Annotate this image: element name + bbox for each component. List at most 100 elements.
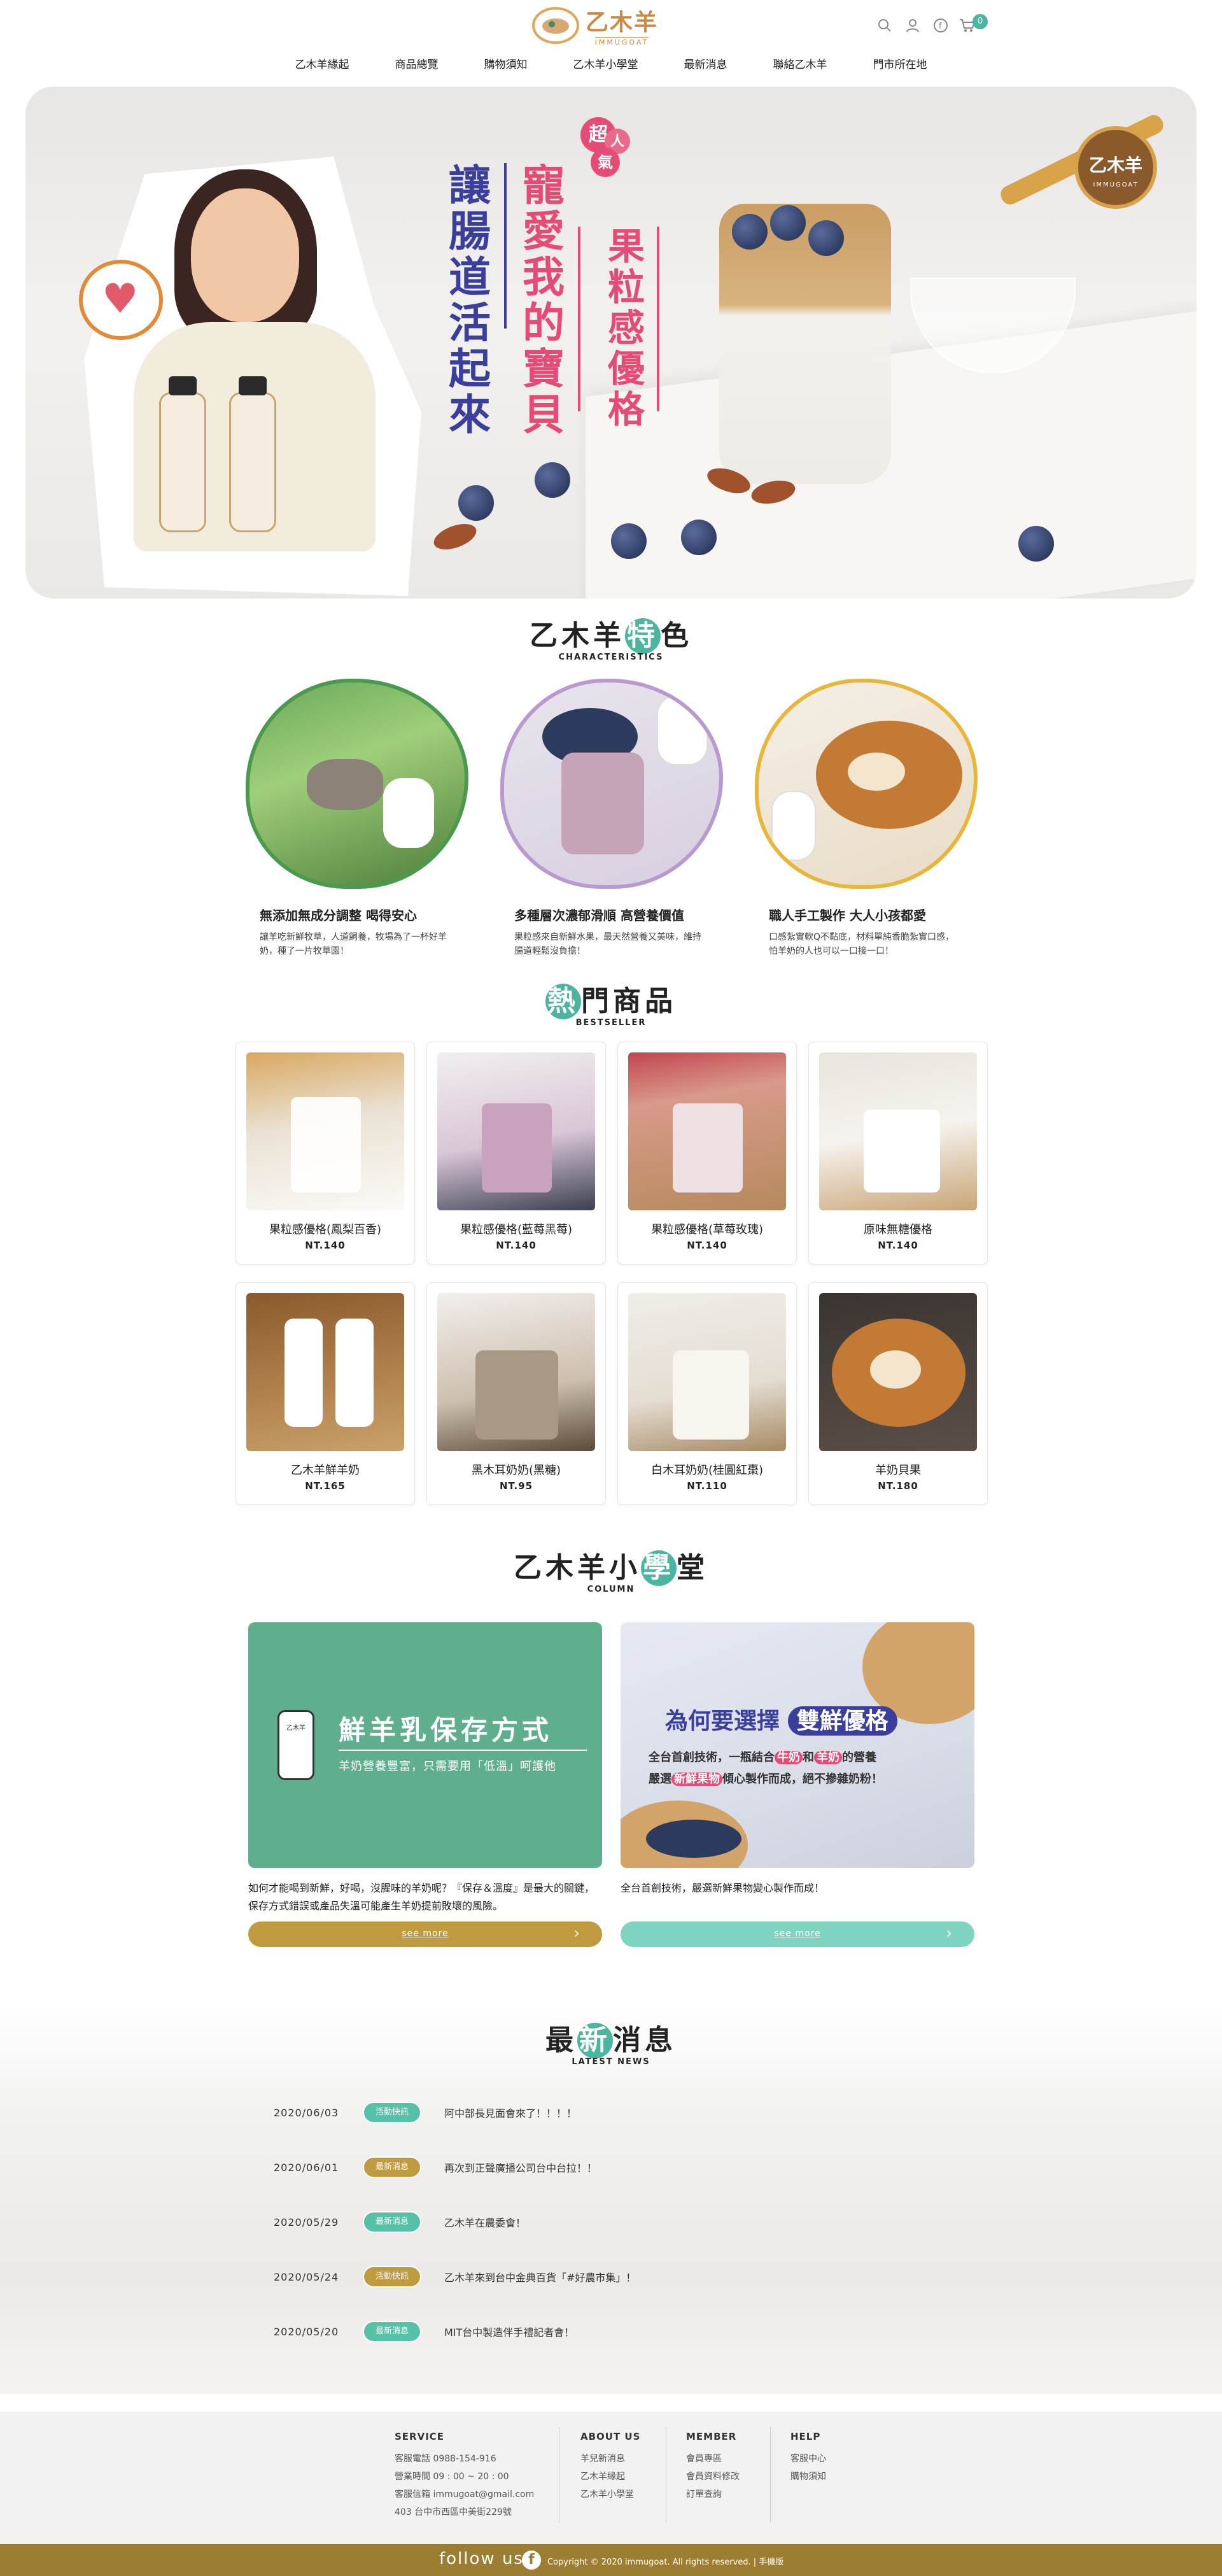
news-item[interactable]: 2020/05/20 最新消息 MIT台中製造伴手禮記者會！ bbox=[274, 2319, 574, 2344]
logo-subtext: IMMUGOAT bbox=[594, 37, 649, 46]
product-price: NT.140 bbox=[496, 1240, 537, 1251]
product-name: 果粒感優格(藍莓黑莓) bbox=[460, 1223, 573, 1236]
column-image-title: 為何要選擇 雙鮮優格 bbox=[665, 1702, 897, 1736]
product-card[interactable]: 果粒感優格(鳳梨百香) NT.140 bbox=[235, 1042, 415, 1264]
news-title-link[interactable]: 阿中部長見面會來了！！！！ bbox=[444, 2105, 577, 2120]
svg-text:f: f bbox=[939, 22, 942, 31]
footer-link[interactable]: 會員專區 bbox=[686, 2450, 740, 2468]
column-card[interactable]: 為何要選擇 雙鮮優格 全台首創技術，一瓶結合 牛奶和羊奶 的營養 嚴選 新鮮果物 傾心製… bbox=[621, 1622, 974, 1947]
column-title: 乙木羊小學堂 COLUMN bbox=[514, 1550, 708, 1594]
product-price: NT.110 bbox=[687, 1480, 727, 1492]
feature-desc: 果粒感來自新鮮水果，最天然營養又美味，維持腸道輕鬆沒負擔！ bbox=[514, 932, 701, 956]
product-price: NT.140 bbox=[878, 1240, 918, 1251]
news-title-link[interactable]: MIT台中製造伴手禮記者會！ bbox=[444, 2324, 574, 2339]
milk-bottle-icon: 乙木羊 bbox=[277, 1710, 314, 1780]
feature-card: 無添加無成分調整 喝得安心 讓羊吃新鮮牧草，人道飼養，牧場為了一杯好羊奶，種了一… bbox=[246, 679, 468, 958]
news-date: 2020/06/01 bbox=[274, 2161, 339, 2174]
hero-slogan-2: 寵愛我的寶貝 bbox=[516, 163, 565, 438]
see-more-button[interactable]: see more bbox=[621, 1921, 974, 1947]
nav-item-origin[interactable]: 乙木羊緣起 bbox=[272, 56, 372, 74]
blueberry-image bbox=[681, 520, 717, 555]
footer-bottom-bar: follow us f Copyright © 2020 immugoat. A… bbox=[0, 2544, 1222, 2576]
news-tag: 活動快訊 bbox=[363, 2266, 421, 2288]
product-name: 黑木耳奶奶(黑糖) bbox=[471, 1464, 561, 1477]
feature-desc: 口感紮實軟Q不黏底，材料單純香脆紮實口感，怕羊奶的人也可以一口接一口！ bbox=[769, 932, 955, 956]
column-desc: 如何才能喝到新鮮，好喝，沒腥味的羊奶呢？『保存＆溫度』是最大的關鍵，保存方式錯誤… bbox=[248, 1882, 595, 1912]
column-image-storage: 乙木羊 鮮羊乳保存方式 羊奶營養豐富，只需要用「低溫」呵護他 bbox=[248, 1622, 602, 1868]
nav-item-contact[interactable]: 聯絡乙木羊 bbox=[750, 56, 850, 74]
feature-image-yogurt bbox=[500, 679, 723, 889]
nav-item-products[interactable]: 商品總覽 bbox=[372, 56, 461, 74]
feature-title: 多種層次濃郁滑順 高營養價值 bbox=[514, 908, 684, 923]
column-card[interactable]: 乙木羊 鮮羊乳保存方式 羊奶營養豐富，只需要用「低溫」呵護他 如何才能喝到新鮮，… bbox=[248, 1622, 602, 1947]
product-card[interactable]: 果粒感優格(草莓玫瑰) NT.140 bbox=[617, 1042, 797, 1264]
cart-count-badge: 0 bbox=[973, 14, 988, 29]
blueberry-image bbox=[808, 220, 844, 256]
footer-link[interactable]: 乙木羊小學堂 bbox=[580, 2486, 640, 2503]
product-bottle-image bbox=[159, 376, 206, 532]
news-title-link[interactable]: 乙木羊來到台中金典百貨「#好農市集」！ bbox=[444, 2269, 636, 2284]
footer-link[interactable]: 客服中心 bbox=[790, 2450, 826, 2468]
product-name: 白木耳奶奶(桂圓紅棗) bbox=[650, 1464, 764, 1477]
product-price: NT.140 bbox=[687, 1240, 727, 1251]
product-card[interactable]: 乙木羊鮮羊奶 NT.165 bbox=[235, 1282, 415, 1505]
news-item[interactable]: 2020/06/01 最新消息 再次到正聲廣播公司台中台拉！！ bbox=[274, 2155, 597, 2180]
product-image bbox=[437, 1052, 595, 1210]
product-price: NT.140 bbox=[305, 1240, 346, 1251]
facebook-icon[interactable]: f bbox=[931, 18, 951, 38]
hero-banner[interactable]: ♥ 超 人 氣 讓腸道活起來 寵愛我的寶貝 果粒感優格 乙木羊 IMMUGOAT bbox=[25, 87, 1197, 598]
footer-link[interactable]: 羊兒新消息 bbox=[580, 2450, 640, 2468]
product-image bbox=[628, 1293, 786, 1451]
goat-mascot-icon bbox=[771, 791, 816, 861]
see-more-button[interactable]: see more bbox=[248, 1921, 602, 1947]
column-image-title: 鮮羊乳保存方式 bbox=[339, 1715, 553, 1746]
feature-title: 職人手工製作 大人小孩都愛 bbox=[769, 908, 926, 923]
nav-item-column[interactable]: 乙木羊小學堂 bbox=[551, 56, 661, 74]
column-image-yogurt: 為何要選擇 雙鮮優格 全台首創技術，一瓶結合 牛奶和羊奶 的營養 嚴選 新鮮果物 傾心製… bbox=[621, 1622, 974, 1868]
nav-item-stores[interactable]: 門市所在地 bbox=[850, 56, 950, 74]
site-logo[interactable]: 乙木羊 IMMUGOAT bbox=[532, 4, 658, 46]
news-title: 最新消息 LATEST NEWS bbox=[545, 2023, 677, 2067]
news-date: 2020/05/29 bbox=[274, 2216, 339, 2228]
footer-service: SERVICE 客服電話 0988-154-916 營業時間 09 : 00 ~… bbox=[395, 2431, 535, 2517]
goat-mascot-icon bbox=[657, 695, 708, 765]
footer-link[interactable]: 會員資料修改 bbox=[686, 2468, 740, 2486]
news-item[interactable]: 2020/05/29 最新消息 乙木羊在農委會！ bbox=[274, 2209, 526, 2235]
nav-item-shopping-guide[interactable]: 購物須知 bbox=[461, 56, 551, 74]
news-title-link[interactable]: 乙木羊在農委會！ bbox=[444, 2214, 526, 2230]
goat-logo-icon bbox=[532, 6, 579, 44]
product-card[interactable]: 黑木耳奶奶(黑糖) NT.95 bbox=[426, 1282, 606, 1505]
hero-slogan-3: 果粒感優格 bbox=[601, 227, 645, 430]
news-tag: 活動快訊 bbox=[363, 2102, 421, 2123]
product-image bbox=[246, 1052, 404, 1210]
hero-slogan-1: 讓腸道活起來 bbox=[442, 163, 491, 438]
search-icon[interactable] bbox=[874, 18, 895, 38]
footer-link[interactable]: 乙木羊緣起 bbox=[580, 2468, 640, 2486]
feature-card: 職人手工製作 大人小孩都愛 口感紮實軟Q不黏底，材料單純香脆紮實口感，怕羊奶的人… bbox=[755, 679, 978, 958]
user-icon[interactable] bbox=[902, 18, 923, 38]
blueberry-image bbox=[732, 214, 768, 250]
nav-item-news[interactable]: 最新消息 bbox=[661, 56, 750, 74]
product-card[interactable]: 白木耳奶奶(桂圓紅棗) NT.110 bbox=[617, 1282, 797, 1505]
footer-link[interactable]: 訂單查詢 bbox=[686, 2486, 740, 2503]
product-image bbox=[628, 1052, 786, 1210]
footer-link[interactable]: 購物須知 bbox=[790, 2468, 826, 2486]
news-item[interactable]: 2020/05/24 活動快訊 乙木羊來到台中金典百貨「#好農市集」！ bbox=[274, 2264, 636, 2289]
product-card[interactable]: 羊奶貝果 NT.180 bbox=[808, 1282, 988, 1505]
product-name: 果粒感優格(鳳梨百香) bbox=[269, 1223, 382, 1236]
footer-help: HELP 客服中心 購物須知 bbox=[790, 2431, 826, 2486]
features-title: 乙木羊特色 CHARACTERISTICS bbox=[530, 618, 692, 662]
copyright-text: Copyright © 2020 immugoat. All rights re… bbox=[547, 2558, 784, 2567]
news-tag: 最新消息 bbox=[363, 2321, 421, 2342]
feature-desc: 讓羊吃新鮮牧草，人道飼養，牧場為了一杯好羊奶，種了一片牧草園！ bbox=[260, 932, 447, 956]
news-title-link[interactable]: 再次到正聲廣播公司台中台拉！！ bbox=[444, 2160, 597, 2175]
news-tag: 最新消息 bbox=[363, 2211, 421, 2233]
product-card[interactable]: 果粒感優格(藍莓黑莓) NT.140 bbox=[426, 1042, 606, 1264]
site-header: 乙木羊 IMMUGOAT f 0 乙木羊緣起 商品總覽 購物須知 乙木羊小學堂 … bbox=[0, 0, 1222, 83]
news-item[interactable]: 2020/06/03 活動快訊 阿中部長見面會來了！！！！ bbox=[274, 2100, 577, 2125]
facebook-icon[interactable]: f bbox=[522, 2551, 541, 2570]
product-card[interactable]: 原味無糖優格 NT.140 bbox=[808, 1042, 988, 1264]
column-desc: 全台首創技術，嚴選新鮮果物變心製作而成！ bbox=[621, 1882, 825, 1894]
follow-us-label: follow us bbox=[439, 2549, 524, 2568]
product-image bbox=[819, 1293, 977, 1451]
